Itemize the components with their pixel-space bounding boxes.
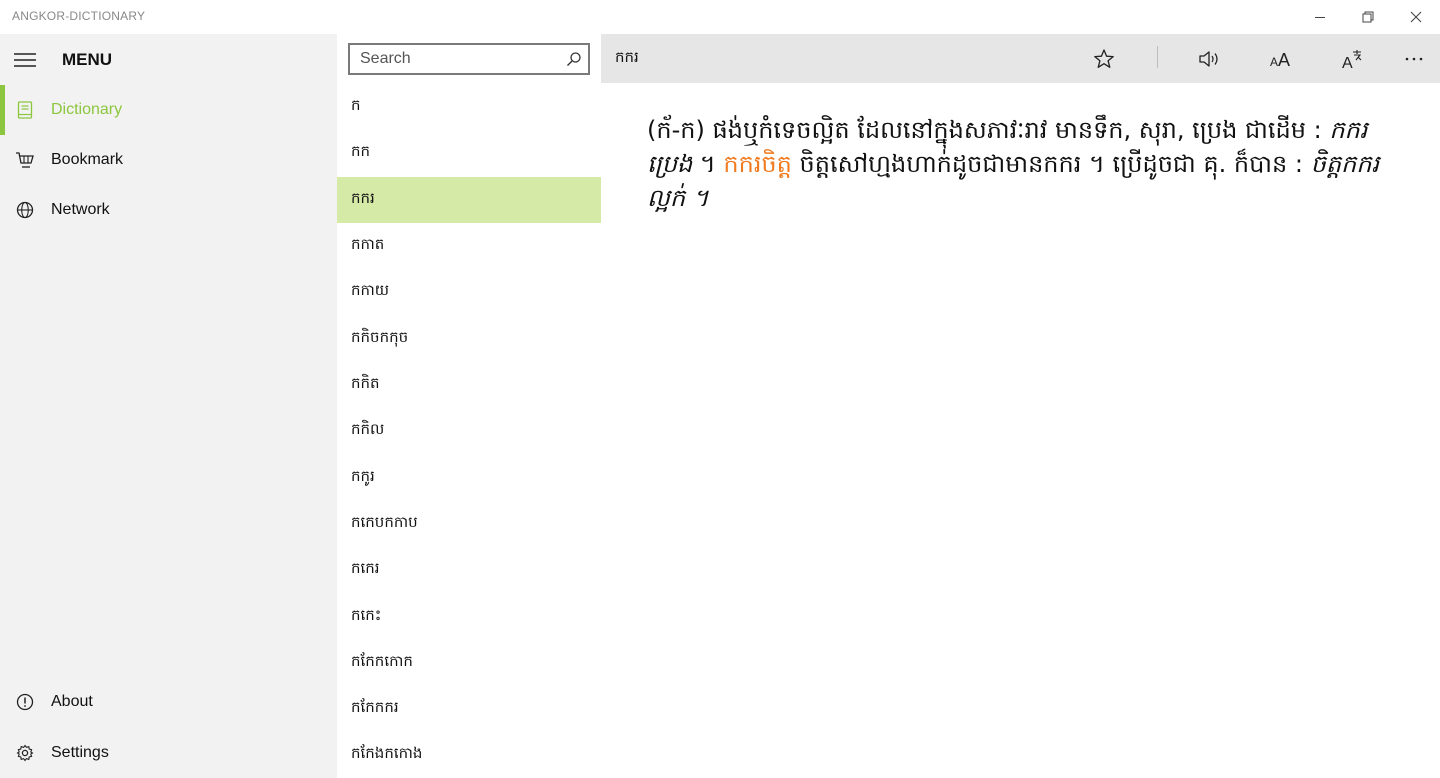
list-item[interactable]: កកេះ (337, 594, 601, 640)
sidebar-item-about[interactable]: About (0, 677, 337, 727)
word-list-panel: ក កក កករ កកាត កកាយ កកិចកកុច កកិត កកិល កក… (337, 34, 601, 778)
translate-button[interactable]: A (1333, 42, 1373, 76)
list-item[interactable]: កកិត (337, 362, 601, 408)
sidebar: MENU Dictionary Bookmark Network About S… (0, 34, 337, 778)
star-icon (1094, 49, 1114, 68)
menu-header: MENU (0, 34, 337, 86)
sidebar-item-label: Bookmark (51, 151, 124, 168)
list-item-selected[interactable]: កករ (337, 177, 601, 223)
entry-header-bar: កករ AA A (601, 34, 1440, 83)
more-options-button[interactable] (1394, 42, 1434, 76)
minimize-button[interactable] (1296, 0, 1344, 34)
minimize-icon (1315, 17, 1325, 18)
sidebar-item-network[interactable]: Network (0, 185, 337, 235)
search-icon[interactable] (566, 51, 582, 67)
list-item[interactable]: កកែកកោក (337, 640, 601, 686)
bookmark-star-button[interactable] (1084, 42, 1124, 76)
translate-icon: A (1342, 50, 1362, 70)
menu-label: MENU (62, 50, 113, 69)
info-icon (15, 692, 35, 712)
list-item[interactable]: កកែងកកោង (337, 732, 601, 778)
search-box[interactable] (348, 43, 590, 75)
list-item[interactable]: កកេបកកាប (337, 501, 601, 547)
list-item[interactable]: កកែកករ (337, 686, 601, 732)
entry-title: កករ (615, 48, 639, 66)
gear-icon (15, 743, 35, 763)
speaker-icon (1199, 51, 1218, 67)
svg-text:A: A (1270, 55, 1278, 69)
sidebar-item-label: Network (51, 201, 110, 218)
search-input[interactable] (350, 45, 560, 73)
list-item[interactable]: ក (337, 84, 601, 130)
restore-icon (1362, 11, 1374, 23)
close-icon (1410, 11, 1422, 23)
list-item[interactable]: កកិល (337, 408, 601, 454)
definition-part: (ក័-ក) ផង់ឬកំទេចល្អិត ដែលនៅក្នុងសភាវៈរាវ… (647, 116, 1322, 144)
svg-text:A: A (1278, 50, 1290, 69)
sidebar-item-settings[interactable]: Settings (0, 728, 337, 778)
definition-text: (ក័-ក) ផង់ឬកំទេចល្អិត ដែលនៅក្នុងសភាវៈរាវ… (647, 113, 1407, 215)
list-item[interactable]: កកាយ (337, 269, 601, 315)
definition-part: ចិត្តសៅហ្មងហាក់ដូចជាមានកករ ។ ប្រើដូចជា គ… (799, 150, 1303, 178)
related-word-link[interactable]: កករចិត្ត (723, 150, 792, 178)
list-item[interactable]: កកូរ (337, 455, 601, 501)
title-bar: ANGKOR-DICTIONARY (0, 0, 1440, 34)
hamburger-menu-icon[interactable] (14, 51, 36, 69)
svg-text:A: A (1342, 55, 1353, 70)
pronounce-button[interactable] (1190, 42, 1230, 76)
sidebar-item-label: About (51, 693, 93, 710)
toolbar-separator (1157, 46, 1158, 68)
list-item[interactable]: កក (337, 130, 601, 176)
bookmark-basket-icon (15, 150, 35, 170)
book-icon (15, 100, 35, 120)
app-title: ANGKOR-DICTIONARY (12, 9, 146, 23)
sidebar-item-label: Dictionary (51, 101, 123, 118)
restore-button[interactable] (1344, 0, 1392, 34)
list-item[interactable]: កកាត (337, 223, 601, 269)
font-size-icon: AA (1270, 50, 1290, 69)
definition-separator: ។ (699, 150, 716, 178)
list-item[interactable]: កកេរ (337, 547, 601, 593)
sidebar-item-label: Settings (51, 744, 109, 761)
close-button[interactable] (1392, 0, 1440, 34)
more-icon (1405, 57, 1423, 61)
sidebar-item-dictionary[interactable]: Dictionary (0, 85, 337, 135)
sidebar-item-bookmark[interactable]: Bookmark (0, 135, 337, 185)
active-indicator (0, 85, 5, 135)
globe-icon (15, 200, 35, 220)
list-item[interactable]: កកិចកកុច (337, 316, 601, 362)
font-size-button[interactable]: AA (1261, 42, 1301, 76)
